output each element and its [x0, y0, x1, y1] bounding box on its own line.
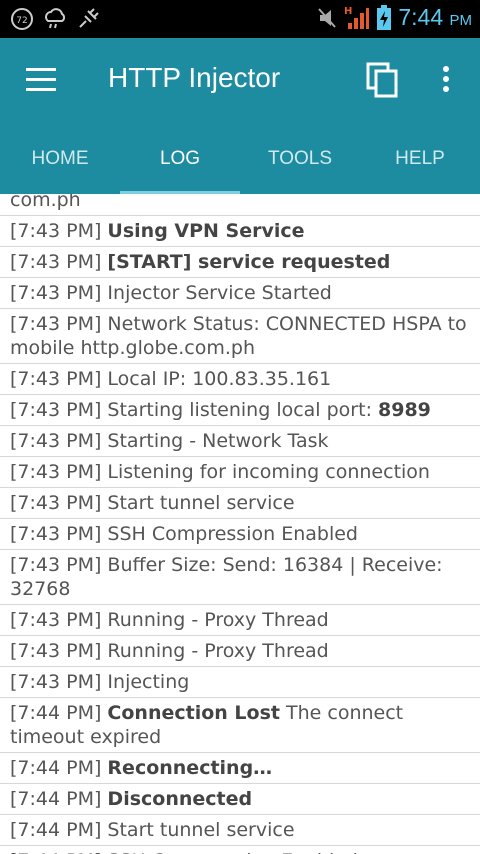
log-text: [7:44 PM] [10, 788, 108, 810]
mute-icon [318, 7, 337, 28]
tab-bar: HOME LOG TOOLS HELP [0, 124, 480, 194]
log-line: [7:44 PM] Connection Lost The connect ti… [0, 698, 480, 753]
signal-icon: H [344, 6, 370, 29]
clock-ampm: PM [449, 12, 473, 29]
hamburger-line [26, 78, 56, 81]
status-bar-left: 72 [10, 7, 100, 31]
log-text: [7:43 PM] Network Status: CONNECTED HSPA… [10, 313, 467, 359]
hamburger-line [26, 68, 56, 71]
log-text: [7:43 PM] Running - Proxy Thread [10, 609, 329, 631]
log-line: [7:43 PM] Injector Service Started [0, 278, 480, 309]
log-text: [7:43 PM] Injecting [10, 671, 190, 693]
log-line: com.ph [0, 194, 480, 216]
log-text: com.ph [10, 194, 81, 211]
tab-home[interactable]: HOME [0, 124, 120, 194]
log-line: [7:43 PM] Using VPN Service [0, 216, 480, 247]
log-text: [7:43 PM] Local IP: 100.83.35.161 [10, 368, 332, 390]
clock-time: 7:44 [398, 4, 444, 30]
log-line: [7:43 PM] [START] service requested [0, 247, 480, 278]
dot [443, 86, 449, 92]
dot [443, 76, 449, 82]
log-bold-text: 8989 [378, 399, 431, 421]
tab-tools[interactable]: TOOLS [240, 124, 360, 194]
battery-charging-icon [377, 4, 392, 30]
usb-debug-icon [79, 8, 99, 28]
status-bar: 72 H 7:44 PM [0, 0, 480, 38]
log-bold-text: [START] service requested [107, 251, 391, 273]
log-text: [7:44 PM] [10, 757, 108, 779]
log-text: [7:43 PM] Buffer Size: Send: 16384 | Rec… [10, 554, 443, 600]
battery-circle-icon: 72 [11, 8, 33, 30]
menu-button[interactable] [26, 68, 56, 92]
log-line: [7:44 PM] Disconnected [0, 784, 480, 815]
log-text: [7:43 PM] SSH Compression Enabled [10, 523, 358, 545]
log-text: [7:44 PM] SSH Compression Enabled [10, 850, 358, 854]
log-bold-text: Reconnecting… [107, 757, 273, 779]
log-text: [7:43 PM] Injector Service Started [10, 282, 332, 304]
log-line: [7:43 PM] Listening for incoming connect… [0, 457, 480, 488]
log-text: [7:44 PM] [10, 702, 108, 724]
log-list[interactable]: com.ph [7:43 PM] Using VPN Service [7:43 P… [0, 194, 480, 854]
log-line: [7:43 PM] Buffer Size: Send: 16384 | Rec… [0, 550, 480, 605]
status-bar-right: H 7:44 PM [316, 4, 472, 31]
log-line: [7:43 PM] Running - Proxy Thread [0, 636, 480, 667]
copy-icon[interactable] [366, 62, 400, 98]
log-line: [7:43 PM] Starting - Network Task [0, 426, 480, 457]
log-line: [7:44 PM] SSH Compression Enabled [0, 846, 480, 854]
log-line: [7:43 PM] Start tunnel service [0, 488, 480, 519]
log-text: [7:43 PM] Running - Proxy Thread [10, 640, 329, 662]
log-text: [7:43 PM] [10, 251, 108, 273]
log-line: [7:43 PM] Network Status: CONNECTED HSPA… [0, 309, 480, 364]
log-bold-text: Connection Lost [107, 702, 280, 724]
battery-percent-text: 72 [16, 16, 27, 26]
log-text: [7:43 PM] Start tunnel service [10, 492, 295, 514]
log-bold-text: Disconnected [107, 788, 253, 810]
log-bold-text: Using VPN Service [107, 220, 305, 242]
log-text: [7:43 PM] [10, 220, 108, 242]
tab-help[interactable]: HELP [360, 124, 480, 194]
app-title: HTTP Injector [108, 62, 281, 93]
log-line: [7:43 PM] Starting listening local port:… [0, 395, 480, 426]
log-text: [7:44 PM] Start tunnel service [10, 819, 295, 841]
log-text: [7:43 PM] Starting - Network Task [10, 430, 329, 452]
app-bar: HTTP Injector [0, 38, 480, 124]
clock: 7:44 PM [398, 4, 472, 31]
network-type-text: H [344, 6, 352, 17]
log-text: [7:43 PM] Listening for incoming connect… [10, 461, 430, 483]
log-text: [7:43 PM] Starting listening local port: [10, 399, 379, 421]
log-line: [7:44 PM] Reconnecting… [0, 753, 480, 784]
log-line: [7:43 PM] Local IP: 100.83.35.161 [0, 364, 480, 395]
log-line: [7:43 PM] Injecting [0, 667, 480, 698]
log-line: [7:43 PM] SSH Compression Enabled [0, 519, 480, 550]
dot [443, 66, 449, 72]
log-line: [7:44 PM] Start tunnel service [0, 815, 480, 846]
log-line: [7:43 PM] Running - Proxy Thread [0, 605, 480, 636]
tab-log[interactable]: LOG [120, 124, 240, 194]
overflow-menu-button[interactable] [440, 66, 452, 96]
hamburger-line [26, 88, 56, 91]
weather-icon [45, 8, 66, 29]
